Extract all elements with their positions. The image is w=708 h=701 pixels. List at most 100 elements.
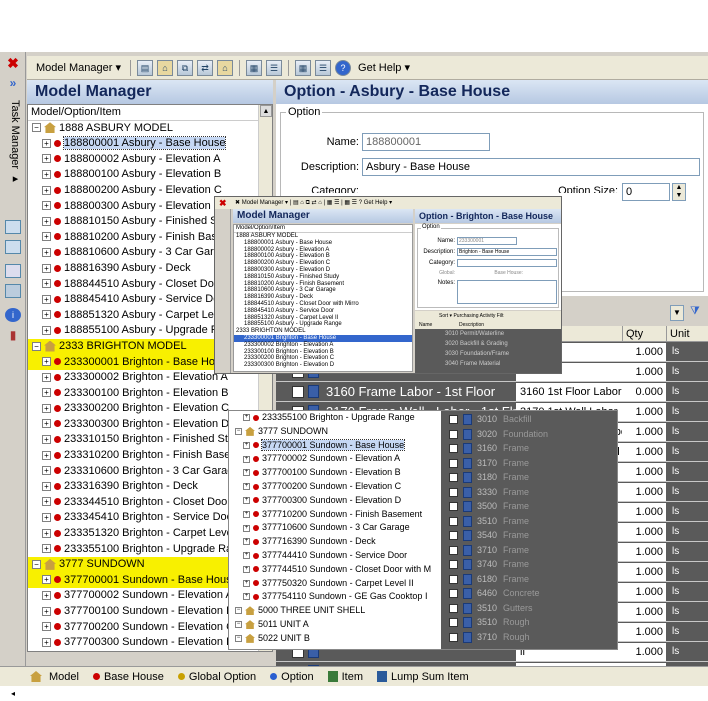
item-qty[interactable]: 1.000 bbox=[622, 343, 666, 361]
info-icon[interactable]: i bbox=[5, 308, 21, 322]
item-qty[interactable]: 1.000 bbox=[622, 623, 666, 641]
help-icon[interactable]: ? bbox=[335, 60, 351, 76]
option-size-input[interactable] bbox=[622, 183, 670, 201]
inset1-grid-row: 3010 Permit/Waterline bbox=[445, 331, 504, 337]
expand-icon[interactable]: + bbox=[42, 154, 51, 163]
expand-icon[interactable]: + bbox=[42, 357, 51, 366]
inset2-grid-desc: Frame bbox=[503, 530, 529, 540]
expand-icon[interactable]: + bbox=[42, 544, 51, 553]
expand-icon[interactable]: + bbox=[42, 482, 51, 491]
item-qty[interactable]: 1.000 bbox=[622, 483, 666, 501]
inset2-dot-icon bbox=[253, 470, 259, 476]
description-input[interactable] bbox=[362, 158, 700, 176]
inset2-expand-icon: + bbox=[243, 511, 250, 518]
expand-icon[interactable]: + bbox=[42, 295, 51, 304]
expand-icon[interactable]: + bbox=[42, 248, 51, 257]
expand-icon[interactable]: + bbox=[42, 310, 51, 319]
report-icon[interactable]: ▮ bbox=[5, 328, 21, 342]
item-qty[interactable]: 1.000 bbox=[622, 463, 666, 481]
house-tool-icon[interactable]: ⌂ bbox=[157, 60, 173, 76]
expand-icon[interactable]: + bbox=[42, 607, 51, 616]
tool-icon-3[interactable] bbox=[5, 264, 21, 278]
item-qty[interactable]: 1.000 bbox=[622, 543, 666, 561]
expand-icon[interactable]: + bbox=[42, 139, 51, 148]
building-tool-icon[interactable]: ⌂ bbox=[217, 60, 233, 76]
item-qty[interactable]: 1.000 bbox=[622, 443, 666, 461]
expand-icon[interactable]: + bbox=[42, 404, 51, 413]
row-checkbox[interactable] bbox=[292, 386, 304, 398]
expand-icon[interactable]: + bbox=[42, 232, 51, 241]
expand-icon[interactable]: + bbox=[42, 451, 51, 460]
grid-tool-icon[interactable]: ▦ bbox=[246, 60, 262, 76]
item-qty[interactable]: 1.000 bbox=[622, 423, 666, 441]
tool-icon-1[interactable] bbox=[5, 220, 21, 234]
item-qty[interactable]: 1.000 bbox=[622, 503, 666, 521]
item-qty[interactable]: 1.000 bbox=[622, 363, 666, 381]
expand-icon[interactable]: + bbox=[42, 279, 51, 288]
copy-tool-icon[interactable]: ⧉ bbox=[177, 60, 193, 76]
collapse-icon[interactable]: − bbox=[32, 560, 41, 569]
inset1-global-label: Global: bbox=[419, 270, 455, 276]
table-tool-icon[interactable]: ▦ bbox=[295, 60, 311, 76]
expand-icon[interactable]: + bbox=[42, 186, 51, 195]
grid-filter-dropdown[interactable]: ▼ bbox=[670, 305, 684, 321]
collapse-arrow-icon[interactable]: ◂ bbox=[5, 687, 21, 701]
expand-icon[interactable]: + bbox=[42, 622, 51, 631]
expand-icon[interactable]: + bbox=[42, 497, 51, 506]
get-help-menu[interactable]: Get Help ▾ bbox=[355, 59, 413, 77]
tree-option-node[interactable]: +233300100 Brighton - Elevation B bbox=[28, 386, 272, 402]
expand-icon[interactable]: + bbox=[42, 435, 51, 444]
item-qty[interactable]: 1.000 bbox=[622, 403, 666, 421]
tree-option-node[interactable]: +377710200 Sundown - Finish Basement bbox=[28, 651, 272, 652]
unit-column-header[interactable]: Unit bbox=[666, 326, 708, 342]
expand-icon[interactable]: + bbox=[42, 264, 51, 273]
grid-row[interactable]: 3160 Frame Labor - 1st Floor3160 1st Flo… bbox=[276, 382, 708, 402]
tool-icon-2[interactable] bbox=[5, 240, 21, 254]
close-icon[interactable]: ✖ bbox=[5, 56, 21, 70]
expand-icon[interactable]: + bbox=[42, 466, 51, 475]
collapse-icon[interactable]: − bbox=[32, 123, 41, 132]
name-input[interactable] bbox=[362, 133, 490, 151]
expand-icon[interactable]: + bbox=[42, 388, 51, 397]
inset2-expand-icon: + bbox=[243, 566, 250, 573]
qty-column-header[interactable]: Qty bbox=[622, 326, 666, 342]
expand-arrows-icon[interactable]: » bbox=[5, 76, 21, 90]
expand-icon[interactable]: + bbox=[42, 638, 51, 647]
tree-node-label: 377700002 Sundown - Elevation A bbox=[64, 589, 233, 601]
item-qty[interactable]: 1.000 bbox=[622, 563, 666, 581]
model-manager-menu[interactable]: Model Manager ▾ bbox=[33, 59, 124, 77]
tree-option-node[interactable]: +188800001 Asbury - Base House bbox=[28, 136, 272, 152]
item-qty[interactable]: 0.000 bbox=[622, 383, 666, 401]
expand-icon[interactable]: + bbox=[42, 575, 51, 584]
filter-icon[interactable]: ⧩ bbox=[690, 305, 704, 321]
form-tool-icon[interactable]: ☰ bbox=[315, 60, 331, 76]
collapse-icon[interactable]: − bbox=[32, 342, 41, 351]
expand-icon[interactable]: + bbox=[42, 326, 51, 335]
expand-icon[interactable]: + bbox=[42, 419, 51, 428]
task-manager-label[interactable]: Task Manager ▸ bbox=[4, 100, 22, 210]
report-tool-icon[interactable]: ▤ bbox=[137, 60, 153, 76]
expand-icon[interactable]: + bbox=[42, 373, 51, 382]
expand-icon[interactable]: + bbox=[42, 591, 51, 600]
tree-option-node[interactable]: +188800100 Asbury - Elevation B bbox=[28, 167, 272, 183]
inset1-tree-label: 188810600 Asbury - 3 Car Garage bbox=[244, 287, 336, 293]
expand-icon[interactable]: + bbox=[42, 170, 51, 179]
tree-model-node[interactable]: −1888 ASBURY MODEL bbox=[28, 121, 272, 137]
item-qty[interactable]: 1.000 bbox=[622, 643, 666, 661]
list-tool-icon[interactable]: ☰ bbox=[266, 60, 282, 76]
scroll-up-icon[interactable]: ▲ bbox=[260, 105, 272, 117]
item-unit: ls bbox=[672, 386, 679, 397]
inset2-grid-desc: Frame bbox=[503, 458, 529, 468]
item-qty[interactable]: 1.000 bbox=[622, 583, 666, 601]
item-qty[interactable]: 1.000 bbox=[622, 603, 666, 621]
tool-icon-4[interactable] bbox=[5, 284, 21, 298]
expand-icon[interactable]: + bbox=[42, 201, 51, 210]
tree-option-node[interactable]: +188800002 Asbury - Elevation A bbox=[28, 152, 272, 168]
move-tool-icon[interactable]: ⇄ bbox=[197, 60, 213, 76]
expand-icon[interactable]: + bbox=[42, 513, 51, 522]
inset2-grid-row: 3510Frame bbox=[441, 515, 618, 529]
expand-icon[interactable]: + bbox=[42, 217, 51, 226]
item-qty[interactable]: 1.000 bbox=[622, 523, 666, 541]
expand-icon[interactable]: + bbox=[42, 529, 51, 538]
option-size-spinner[interactable]: ▲▼ bbox=[672, 183, 686, 201]
